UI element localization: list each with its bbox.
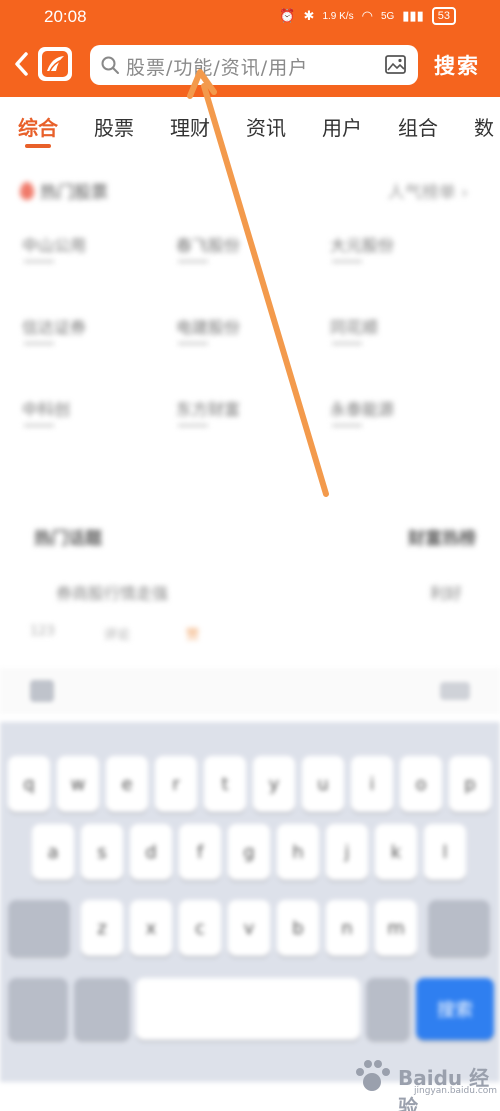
network-speed: 1.9 K/s bbox=[322, 10, 354, 22]
wealth-ranking-title: 财富热榜 bbox=[408, 529, 476, 549]
key-k[interactable]: k bbox=[375, 824, 417, 880]
key-n[interactable]: n bbox=[326, 900, 368, 956]
battery-icon: 53 bbox=[431, 7, 456, 25]
search-button[interactable]: 搜索 bbox=[434, 50, 480, 80]
search-input[interactable]: 股票/功能/资讯/用户 bbox=[90, 45, 418, 85]
tab-users[interactable]: 用户 bbox=[322, 112, 362, 141]
fire-icon bbox=[20, 181, 34, 200]
key-j[interactable]: j bbox=[326, 824, 368, 880]
alarm-icon: ⏰ bbox=[279, 8, 296, 23]
tab-portfolio[interactable]: 组合 bbox=[398, 112, 438, 141]
key-v[interactable]: v bbox=[228, 900, 270, 956]
key-r[interactable]: r bbox=[155, 756, 197, 812]
meta-comments: 评论 bbox=[104, 628, 131, 643]
space-key[interactable] bbox=[136, 978, 360, 1040]
punctuation-key[interactable] bbox=[366, 978, 410, 1040]
key-i[interactable]: i bbox=[351, 756, 393, 812]
status-time: 20:08 bbox=[44, 7, 87, 26]
tab-bar: 综合 股票 理财 资讯 用户 组合 数 bbox=[0, 104, 500, 148]
keyboard: q w e r t y u i o p a s d f g h j k l z … bbox=[0, 722, 500, 1082]
hot-stock-item[interactable]: 春飞股份 bbox=[176, 232, 296, 272]
key-a[interactable]: a bbox=[32, 824, 74, 880]
key-z[interactable]: z bbox=[81, 900, 123, 956]
key-m[interactable]: m bbox=[375, 900, 417, 956]
rank-link-label: 人气榜单 bbox=[387, 183, 456, 203]
key-b[interactable]: b bbox=[277, 900, 319, 956]
hot-stock-item[interactable]: 信达证券 bbox=[22, 314, 142, 354]
tab-news[interactable]: 资讯 bbox=[246, 112, 286, 141]
wifi-icon: ◠ bbox=[361, 8, 373, 23]
hot-stock-item[interactable]: 电建股份 bbox=[176, 314, 296, 354]
meta-count: 123 bbox=[30, 624, 55, 639]
bluetooth-icon: ✱ bbox=[303, 8, 315, 23]
hot-stock-item[interactable]: 东方财富 bbox=[176, 396, 296, 436]
back-button[interactable] bbox=[8, 46, 36, 82]
key-p[interactable]: p bbox=[449, 756, 491, 812]
keyboard-hide-icon[interactable] bbox=[440, 682, 470, 700]
paw-icon bbox=[356, 1060, 390, 1091]
backspace-key[interactable] bbox=[428, 900, 490, 956]
chevron-left-icon bbox=[15, 52, 28, 76]
tab-stocks[interactable]: 股票 bbox=[94, 112, 134, 141]
search-placeholder: 股票/功能/资讯/用户 bbox=[126, 57, 309, 79]
logo-icon bbox=[42, 51, 68, 77]
chevron-right-icon: › bbox=[461, 183, 468, 203]
hot-stock-item[interactable]: 永泰能源 bbox=[330, 396, 450, 436]
key-t[interactable]: t bbox=[204, 756, 246, 812]
news-item-right[interactable]: 利好 bbox=[430, 580, 462, 604]
keyboard-menu-icon[interactable] bbox=[30, 680, 54, 702]
app-logo bbox=[38, 47, 72, 81]
key-x[interactable]: x bbox=[130, 900, 172, 956]
news-item[interactable]: 券商股行情走强 bbox=[56, 580, 168, 604]
signal-label: 5G bbox=[380, 10, 395, 22]
hot-stock-item[interactable]: 大元股份 bbox=[330, 232, 450, 272]
key-h[interactable]: h bbox=[277, 824, 319, 880]
symbols-key[interactable] bbox=[8, 978, 68, 1040]
meta-likes: 赞 bbox=[186, 628, 200, 643]
tab-comprehensive[interactable]: 综合 bbox=[18, 112, 58, 141]
hot-topics-title: 热门话题 bbox=[34, 529, 102, 549]
key-d[interactable]: d bbox=[130, 824, 172, 880]
search-suggestions: 热门股票 人气榜单 › 中山公用 春飞股份 大元股份 信达证券 电建股份 同花顺… bbox=[0, 160, 500, 720]
key-c[interactable]: c bbox=[179, 900, 221, 956]
language-key[interactable] bbox=[74, 978, 130, 1040]
signal-bars-icon: ▮▮▮ bbox=[402, 8, 424, 23]
key-e[interactable]: e bbox=[106, 756, 148, 812]
image-search-icon[interactable] bbox=[384, 53, 408, 77]
keyboard-toolbar bbox=[0, 668, 500, 714]
key-g[interactable]: g bbox=[228, 824, 270, 880]
hot-stocks-label: 热门股票 bbox=[40, 183, 108, 203]
watermark-url: jingyan.baidu.com bbox=[414, 1086, 498, 1096]
active-tab-indicator bbox=[25, 144, 51, 148]
hot-stock-item[interactable]: 中山公用 bbox=[22, 232, 142, 272]
hot-stocks-title: 热门股票 bbox=[20, 178, 108, 203]
key-w[interactable]: w bbox=[57, 756, 99, 812]
search-icon bbox=[101, 56, 119, 74]
key-o[interactable]: o bbox=[400, 756, 442, 812]
status-bar: 20:08 ⏰ ✱ 1.9 K/s ◠ 5G ▮▮▮ 53 bbox=[0, 0, 500, 36]
key-y[interactable]: y bbox=[253, 756, 295, 812]
key-l[interactable]: l bbox=[424, 824, 466, 880]
key-s[interactable]: s bbox=[81, 824, 123, 880]
key-f[interactable]: f bbox=[179, 824, 221, 880]
hot-stock-item[interactable]: 中科创 bbox=[22, 396, 142, 436]
popularity-ranking-link[interactable]: 人气榜单 › bbox=[388, 178, 468, 203]
tab-wealth[interactable]: 理财 bbox=[170, 112, 210, 141]
tab-data[interactable]: 数 bbox=[474, 112, 494, 141]
watermark: Baidu 经验 jingyan.baidu.com bbox=[350, 1050, 500, 1111]
status-icons: ⏰ ✱ 1.9 K/s ◠ 5G ▮▮▮ 53 bbox=[279, 7, 456, 25]
key-u[interactable]: u bbox=[302, 756, 344, 812]
hot-stock-item[interactable]: 同花顺 bbox=[330, 314, 450, 354]
shift-key[interactable] bbox=[8, 900, 70, 956]
key-q[interactable]: q bbox=[8, 756, 50, 812]
enter-key[interactable]: 搜索 bbox=[416, 978, 494, 1040]
